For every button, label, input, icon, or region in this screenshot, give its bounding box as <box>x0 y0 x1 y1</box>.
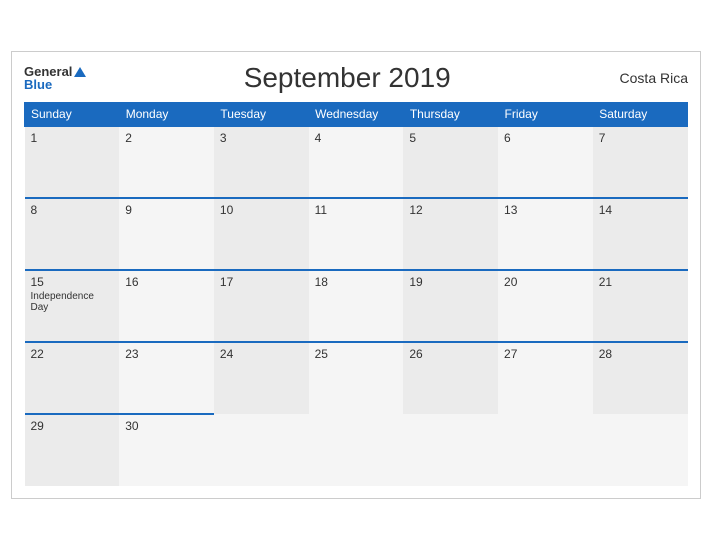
calendar-cell: 11 <box>309 198 404 270</box>
calendar-cell: 28 <box>593 342 688 414</box>
day-number: 30 <box>125 419 208 433</box>
calendar-cell: 30 <box>119 414 214 486</box>
calendar-cell: 16 <box>119 270 214 342</box>
calendar-cell: 12 <box>403 198 498 270</box>
calendar: General Blue September 2019 Costa Rica S… <box>11 51 701 499</box>
day-header-wednesday: Wednesday <box>309 103 404 127</box>
day-number: 13 <box>504 203 587 217</box>
day-number: 27 <box>504 347 587 361</box>
calendar-cell <box>403 414 498 486</box>
day-header-monday: Monday <box>119 103 214 127</box>
calendar-cell: 18 <box>309 270 404 342</box>
week-row-5: 29 30 <box>25 414 688 486</box>
day-number: 7 <box>599 131 682 145</box>
day-number: 1 <box>31 131 114 145</box>
week-row-3: 15 Independence Day 16 17 18 19 20 21 <box>25 270 688 342</box>
calendar-table: SundayMondayTuesdayWednesdayThursdayFrid… <box>24 102 688 486</box>
calendar-country: Costa Rica <box>608 70 688 86</box>
logo: General Blue <box>24 65 86 91</box>
day-number: 6 <box>504 131 587 145</box>
calendar-cell: 3 <box>214 126 309 198</box>
calendar-cell: 14 <box>593 198 688 270</box>
week-row-4: 22 23 24 25 26 27 28 <box>25 342 688 414</box>
calendar-cell: 15 Independence Day <box>25 270 120 342</box>
day-number: 26 <box>409 347 492 361</box>
day-header-tuesday: Tuesday <box>214 103 309 127</box>
day-number: 3 <box>220 131 303 145</box>
day-number: 10 <box>220 203 303 217</box>
calendar-cell: 2 <box>119 126 214 198</box>
calendar-cell: 19 <box>403 270 498 342</box>
calendar-cell: 27 <box>498 342 593 414</box>
day-header-saturday: Saturday <box>593 103 688 127</box>
day-number: 4 <box>315 131 398 145</box>
day-header-friday: Friday <box>498 103 593 127</box>
day-number: 18 <box>315 275 398 289</box>
calendar-cell: 5 <box>403 126 498 198</box>
day-number: 20 <box>504 275 587 289</box>
day-header-sunday: Sunday <box>25 103 120 127</box>
calendar-cell: 29 <box>25 414 120 486</box>
event-label: Independence Day <box>31 291 114 313</box>
day-number: 24 <box>220 347 303 361</box>
logo-blue-text: Blue <box>24 78 86 91</box>
day-number: 23 <box>125 347 208 361</box>
day-number: 17 <box>220 275 303 289</box>
calendar-cell: 25 <box>309 342 404 414</box>
day-number: 9 <box>125 203 208 217</box>
day-number: 21 <box>599 275 682 289</box>
calendar-cell: 20 <box>498 270 593 342</box>
calendar-cell: 23 <box>119 342 214 414</box>
day-number: 15 <box>31 275 114 289</box>
day-number: 25 <box>315 347 398 361</box>
calendar-cell: 9 <box>119 198 214 270</box>
calendar-cell <box>309 414 404 486</box>
day-number: 29 <box>31 419 114 433</box>
calendar-title: September 2019 <box>86 62 608 94</box>
calendar-cell: 6 <box>498 126 593 198</box>
calendar-cell: 8 <box>25 198 120 270</box>
calendar-cell: 13 <box>498 198 593 270</box>
calendar-cell: 17 <box>214 270 309 342</box>
day-number: 16 <box>125 275 208 289</box>
calendar-header: General Blue September 2019 Costa Rica <box>24 62 688 94</box>
calendar-cell: 4 <box>309 126 404 198</box>
day-number: 12 <box>409 203 492 217</box>
calendar-cell: 24 <box>214 342 309 414</box>
calendar-cell <box>593 414 688 486</box>
day-number: 19 <box>409 275 492 289</box>
calendar-cell: 22 <box>25 342 120 414</box>
day-number: 11 <box>315 203 398 217</box>
logo-triangle-icon <box>74 67 86 77</box>
week-row-1: 1234567 <box>25 126 688 198</box>
day-number: 28 <box>599 347 682 361</box>
calendar-cell: 10 <box>214 198 309 270</box>
calendar-cell <box>498 414 593 486</box>
week-row-2: 89 10 11 12 13 14 <box>25 198 688 270</box>
calendar-cell: 1 <box>25 126 120 198</box>
day-number: 5 <box>409 131 492 145</box>
calendar-cell: 26 <box>403 342 498 414</box>
day-header-thursday: Thursday <box>403 103 498 127</box>
day-number: 2 <box>125 131 208 145</box>
days-header-row: SundayMondayTuesdayWednesdayThursdayFrid… <box>25 103 688 127</box>
day-number: 22 <box>31 347 114 361</box>
day-number: 14 <box>599 203 682 217</box>
calendar-cell: 7 <box>593 126 688 198</box>
calendar-cell: 21 <box>593 270 688 342</box>
day-number: 8 <box>31 203 114 217</box>
calendar-cell <box>214 414 309 486</box>
